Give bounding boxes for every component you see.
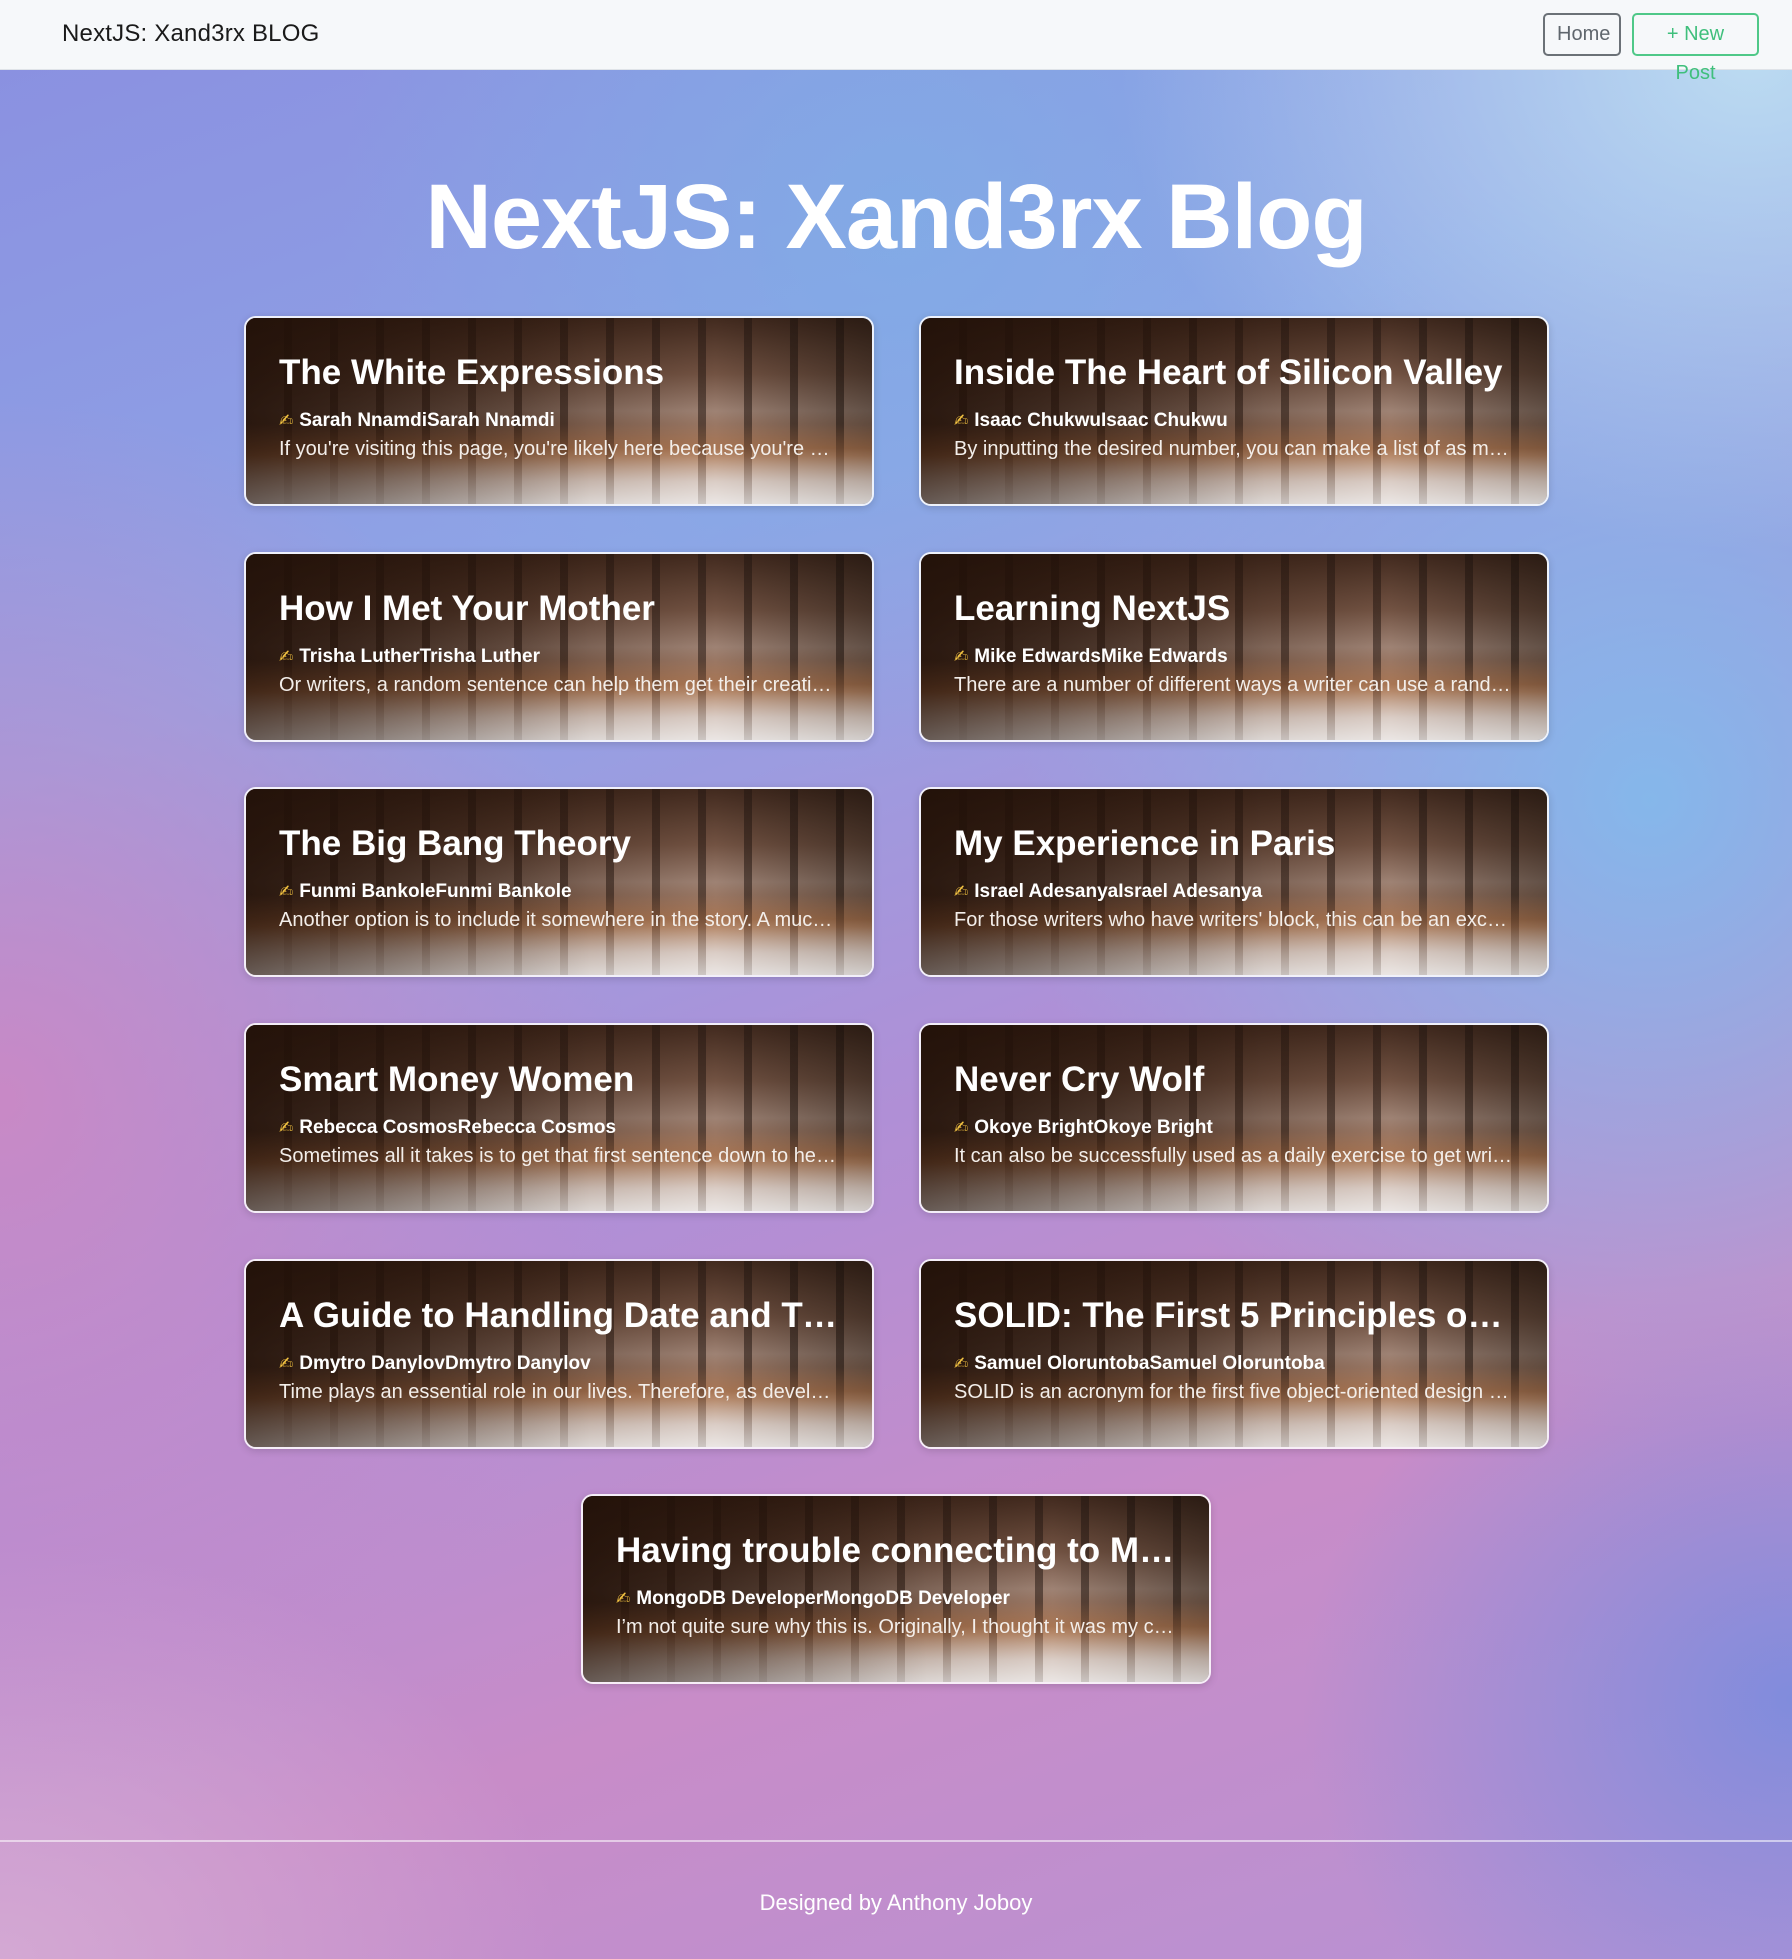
- post-title[interactable]: A Guide to Handling Date and Time for Fu…: [279, 1295, 839, 1337]
- writing-hand-icon: ✍: [279, 411, 294, 430]
- post-author: ✍ Okoye BrightOkoye Bright: [954, 1117, 1514, 1139]
- post-author-name: Israel AdesanyaIsrael Adesanya: [974, 881, 1263, 902]
- post-author: ✍ Mike EdwardsMike Edwards: [954, 646, 1514, 668]
- writing-hand-icon: ✍: [279, 647, 294, 666]
- post-author: ✍ Samuel OloruntobaSamuel Oloruntoba: [954, 1353, 1514, 1375]
- post-card[interactable]: Having trouble connecting to MongoDB Atl…: [581, 1494, 1211, 1684]
- post-author-name: Dmytro DanylovDmytro Danylov: [299, 1353, 591, 1374]
- brand-logo-text[interactable]: NextJS: Xand3rx BLOG: [62, 20, 319, 48]
- post-title[interactable]: Smart Money Women: [279, 1059, 839, 1101]
- writing-hand-icon: ✍: [954, 1354, 969, 1373]
- home-button[interactable]: Home: [1543, 13, 1621, 56]
- writing-hand-icon: ✍: [616, 1589, 631, 1608]
- post-card[interactable]: Inside The Heart of Silicon Valley ✍ Isa…: [919, 316, 1549, 506]
- post-author-name: Samuel OloruntobaSamuel Oloruntoba: [974, 1353, 1325, 1374]
- writing-hand-icon: ✍: [279, 882, 294, 901]
- post-title[interactable]: Learning NextJS: [954, 588, 1514, 630]
- post-excerpt: Or writers, a random sentence can help t…: [279, 674, 839, 696]
- post-card[interactable]: How I Met Your Mother ✍ Trisha LutherTri…: [244, 552, 874, 742]
- post-author: ✍ Trisha LutherTrisha Luther: [279, 646, 839, 668]
- post-author: ✍ Sarah NnamdiSarah Nnamdi: [279, 410, 839, 432]
- post-excerpt: It can also be successfully used as a da…: [954, 1145, 1514, 1167]
- post-author: ✍ MongoDB DeveloperMongoDB Developer: [616, 1588, 1176, 1610]
- post-card[interactable]: Never Cry Wolf ✍ Okoye BrightOkoye Brigh…: [919, 1023, 1549, 1213]
- writing-hand-icon: ✍: [279, 1118, 294, 1137]
- post-author-name: MongoDB DeveloperMongoDB Developer: [636, 1588, 1010, 1609]
- post-author: ✍ Dmytro DanylovDmytro Danylov: [279, 1353, 839, 1375]
- post-author: ✍ Funmi BankoleFunmi Bankole: [279, 881, 839, 903]
- post-author: ✍ Rebecca CosmosRebecca Cosmos: [279, 1117, 839, 1139]
- writing-hand-icon: ✍: [954, 411, 969, 430]
- post-excerpt: Time plays an essential role in our live…: [279, 1381, 839, 1403]
- post-card[interactable]: Smart Money Women ✍ Rebecca CosmosRebecc…: [244, 1023, 874, 1213]
- post-excerpt: There are a number of different ways a w…: [954, 674, 1514, 696]
- post-title[interactable]: Inside The Heart of Silicon Valley: [954, 352, 1514, 394]
- post-author-name: Sarah NnamdiSarah Nnamdi: [299, 410, 555, 431]
- new-post-button[interactable]: + New Post: [1632, 13, 1759, 84]
- post-author-name: Trisha LutherTrisha Luther: [299, 646, 540, 667]
- post-excerpt: SOLID is an acronym for the first five o…: [954, 1381, 1514, 1403]
- post-excerpt: For those writers who have writers' bloc…: [954, 909, 1514, 931]
- post-card[interactable]: A Guide to Handling Date and Time for Fu…: [244, 1259, 874, 1449]
- post-author: ✍ Israel AdesanyaIsrael Adesanya: [954, 881, 1514, 903]
- post-title[interactable]: The Big Bang Theory: [279, 823, 839, 865]
- writing-hand-icon: ✍: [279, 1354, 294, 1373]
- post-card[interactable]: SOLID: The First 5 Principles of Object …: [919, 1259, 1549, 1449]
- post-author-name: Funmi BankoleFunmi Bankole: [299, 881, 572, 902]
- footer-credit: Designed by Anthony Joboy: [759, 1890, 1033, 1915]
- post-card[interactable]: Learning NextJS ✍ Mike EdwardsMike Edwar…: [919, 552, 1549, 742]
- post-author-name: Mike EdwardsMike Edwards: [974, 646, 1228, 667]
- page-title: NextJS: Xand3rx Blog: [425, 166, 1367, 268]
- post-excerpt: I’m not quite sure why this is. Original…: [616, 1616, 1176, 1638]
- writing-hand-icon: ✍: [954, 1118, 969, 1137]
- post-excerpt: Sometimes all it takes is to get that fi…: [279, 1145, 839, 1167]
- post-card[interactable]: The Big Bang Theory ✍ Funmi BankoleFunmi…: [244, 787, 874, 977]
- post-excerpt: If you're visiting this page, you're lik…: [279, 438, 839, 460]
- post-title[interactable]: SOLID: The First 5 Principles of Object …: [954, 1295, 1514, 1337]
- post-author-name: Rebecca CosmosRebecca Cosmos: [299, 1117, 617, 1138]
- writing-hand-icon: ✍: [954, 882, 969, 901]
- post-author-name: Okoye BrightOkoye Bright: [974, 1117, 1213, 1138]
- post-card[interactable]: My Experience in Paris ✍ Israel Adesanya…: [919, 787, 1549, 977]
- footer: Designed by Anthony Joboy: [0, 1840, 1792, 1959]
- writing-hand-icon: ✍: [954, 647, 969, 666]
- post-title[interactable]: Having trouble connecting to MongoDB Atl…: [616, 1530, 1176, 1572]
- post-excerpt: Another option is to include it somewher…: [279, 909, 839, 931]
- post-title[interactable]: The White Expressions: [279, 352, 839, 394]
- post-card[interactable]: The White Expressions ✍ Sarah NnamdiSara…: [244, 316, 874, 506]
- post-title[interactable]: My Experience in Paris: [954, 823, 1514, 865]
- post-title[interactable]: How I Met Your Mother: [279, 588, 839, 630]
- post-excerpt: By inputting the desired number, you can…: [954, 438, 1514, 460]
- post-author-name: Isaac ChukwuIsaac Chukwu: [974, 410, 1228, 431]
- post-title[interactable]: Never Cry Wolf: [954, 1059, 1514, 1101]
- navbar: NextJS: Xand3rx BLOG Home + New Post: [0, 0, 1792, 84]
- post-author: ✍ Isaac ChukwuIsaac Chukwu: [954, 410, 1514, 432]
